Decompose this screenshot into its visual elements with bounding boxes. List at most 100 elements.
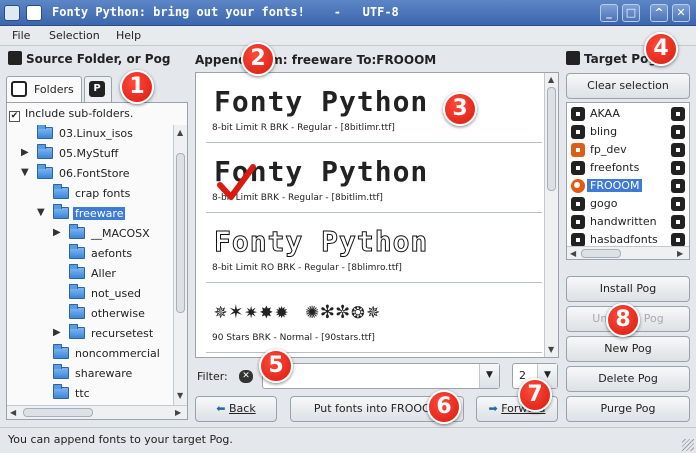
- install-pog-button[interactable]: Install Pog: [566, 276, 690, 302]
- font-item[interactable]: Fonty Python 8-bit Limit R BRK - Regular …: [206, 81, 542, 143]
- folder-tree: 03.Linux_isos ▶ 05.MyStuff ▼ 06.FontStore cra…: [7, 125, 173, 405]
- window-title: Fonty Python: bring out your fonts! - UT…: [52, 5, 399, 19]
- title-bar[interactable]: Fonty Python: bring out your fonts! - UT…: [0, 0, 696, 26]
- delete-pog-button[interactable]: Delete Pog: [566, 366, 690, 392]
- forward-arrow-icon: ➡: [488, 402, 498, 415]
- scroll-down-arrow-icon[interactable]: ▼: [177, 391, 183, 400]
- collapse-arrow-icon[interactable]: ▼: [37, 207, 45, 218]
- tree-hscroll-thumb[interactable]: [23, 408, 93, 417]
- font-list: Fonty Python 8-bit Limit R BRK - Regular …: [196, 73, 542, 357]
- pog-status-icon: [671, 197, 685, 211]
- window-menu-icon[interactable]: [26, 5, 42, 21]
- folder-icon: [53, 344, 69, 359]
- shade-button[interactable]: ^: [650, 4, 668, 22]
- new-pog-button[interactable]: New Pog: [566, 336, 690, 362]
- menu-selection[interactable]: Selection: [49, 29, 100, 42]
- font-name: 8-bit Limit R BRK - Regular - [8bitlimr.…: [212, 123, 395, 133]
- pog-item[interactable]: freefonts: [567, 159, 689, 177]
- menu-help[interactable]: Help: [116, 29, 141, 42]
- append-heading: Append from: freeware To:FROOOM: [195, 53, 437, 67]
- pog-item[interactable]: handwritten: [567, 213, 689, 231]
- maximize-button[interactable]: □: [622, 4, 640, 22]
- resize-grip-icon[interactable]: [682, 439, 694, 451]
- folder-icon: [69, 264, 85, 279]
- folder-tree-panel: ✔ Include sub-folders. 03.Linux_isos ▶ 05.M…: [6, 102, 188, 420]
- pog-item[interactable]: FROOOM: [567, 177, 689, 195]
- pog-item[interactable]: fp_dev: [567, 141, 689, 159]
- back-arrow-icon: ⬅: [216, 402, 226, 415]
- collapse-arrow-icon[interactable]: ▼: [21, 167, 29, 178]
- font-item[interactable]: Fonty Python 8-bit Limit BRK - Regular - …: [206, 151, 542, 213]
- tree-vertical-scrollbar[interactable]: ▲ ▼: [173, 125, 187, 405]
- app-icon[interactable]: [4, 5, 20, 21]
- tree-folder-label: ttc: [75, 387, 90, 400]
- up-arrow-icon: [8, 51, 22, 65]
- clear-filter-icon[interactable]: ✕: [239, 370, 253, 383]
- pog-label: handwritten: [590, 215, 657, 228]
- back-button[interactable]: ⬅ Back: [195, 396, 277, 422]
- pog-hscroll-thumb[interactable]: [581, 249, 621, 258]
- scroll-up-arrow-icon[interactable]: ▲: [177, 128, 183, 137]
- font-sample: ✵✶✷✸✹ ✺✻✼❂✵: [214, 299, 382, 324]
- tree-folder-label: noncommercial: [75, 347, 160, 360]
- expand-arrow-icon[interactable]: ▶: [53, 327, 61, 338]
- font-vscroll-thumb[interactable]: [547, 87, 556, 191]
- pog-list-panel: AKAA bling fp_dev freefonts FROOOM gogo handwr…: [566, 102, 690, 260]
- font-sample: Fonty Python: [214, 85, 429, 118]
- pog-icon: [571, 161, 585, 175]
- callout-badge-7: 7: [518, 378, 552, 412]
- scroll-up-arrow-icon[interactable]: ▲: [548, 75, 554, 84]
- clear-selection-button[interactable]: Clear selection: [566, 73, 690, 99]
- tree-folder-label: shareware: [75, 367, 133, 380]
- close-button[interactable]: ✕: [672, 4, 690, 22]
- folder-icon: [53, 384, 69, 399]
- tab-folders[interactable]: Folders: [6, 76, 82, 102]
- chevron-down-icon[interactable]: ▼: [479, 364, 499, 388]
- tab-folders-label: Folders: [34, 83, 74, 96]
- tree-folder-label: 05.MyStuff: [59, 147, 119, 160]
- menu-file[interactable]: File: [12, 29, 30, 42]
- filter-label: Filter:: [197, 370, 228, 383]
- tree-folder-label: recursetest: [91, 327, 154, 340]
- expand-arrow-icon[interactable]: ▶: [53, 227, 61, 238]
- scroll-right-arrow-icon[interactable]: ▶: [677, 249, 683, 258]
- callout-badge-3: 3: [443, 92, 477, 126]
- menu-bar: File Selection Help: [0, 26, 696, 46]
- pog-item[interactable]: gogo: [567, 195, 689, 213]
- callout-badge-2: 2: [241, 42, 275, 76]
- font-vertical-scrollbar[interactable]: ▲ ▼: [544, 73, 558, 357]
- minimize-button[interactable]: _: [600, 4, 618, 22]
- tree-vscroll-thumb[interactable]: [176, 153, 185, 313]
- tab-pogs[interactable]: P: [84, 76, 112, 102]
- tree-folder-label: 03.Linux_isos: [59, 127, 133, 140]
- pog-label: hasbadfonts: [590, 233, 658, 246]
- filter-input[interactable]: ▼: [262, 363, 500, 389]
- scroll-right-arrow-icon[interactable]: ▶: [175, 408, 181, 417]
- pog-item[interactable]: bling: [567, 123, 689, 141]
- down-arrow-icon: [566, 51, 580, 65]
- checkbox-icon[interactable]: ✔: [9, 111, 20, 122]
- folder-icon: [37, 164, 53, 179]
- pog-horizontal-scrollbar[interactable]: ◀ ▶: [567, 246, 689, 259]
- pog-item[interactable]: AKAA: [567, 105, 689, 123]
- scroll-left-arrow-icon[interactable]: ◀: [10, 408, 16, 417]
- status-text: You can append fonts to your target Pog.: [8, 433, 233, 446]
- target-pog-icon: [571, 179, 585, 193]
- purge-pog-button[interactable]: Purge Pog: [566, 396, 690, 422]
- tree-horizontal-scrollbar[interactable]: ◀ ▶: [7, 405, 187, 419]
- font-item[interactable]: Fonty Python 8-bit Limit RO BRK - Regular…: [206, 221, 542, 283]
- pog-status-icon: [671, 179, 685, 193]
- tree-folder-label: otherwise: [91, 307, 145, 320]
- font-view: Fonty Python 8-bit Limit R BRK - Regular …: [195, 72, 559, 358]
- include-subfolders-checkbox[interactable]: ✔ Include sub-folders.: [9, 107, 133, 122]
- folder-icon: [53, 204, 69, 219]
- folder-icon: [69, 304, 85, 319]
- font-item[interactable]: ✵✶✷✸✹ ✺✻✼❂✵ 90 Stars BRK - Normal - [90st…: [206, 291, 542, 353]
- expand-arrow-icon[interactable]: ▶: [21, 147, 29, 158]
- pog-icon: [571, 125, 585, 139]
- folder-icon: [37, 144, 53, 159]
- folder-icon: [69, 224, 85, 239]
- callout-badge-1: 1: [120, 70, 154, 104]
- scroll-left-arrow-icon[interactable]: ◀: [570, 249, 576, 258]
- scroll-down-arrow-icon[interactable]: ▼: [548, 345, 554, 354]
